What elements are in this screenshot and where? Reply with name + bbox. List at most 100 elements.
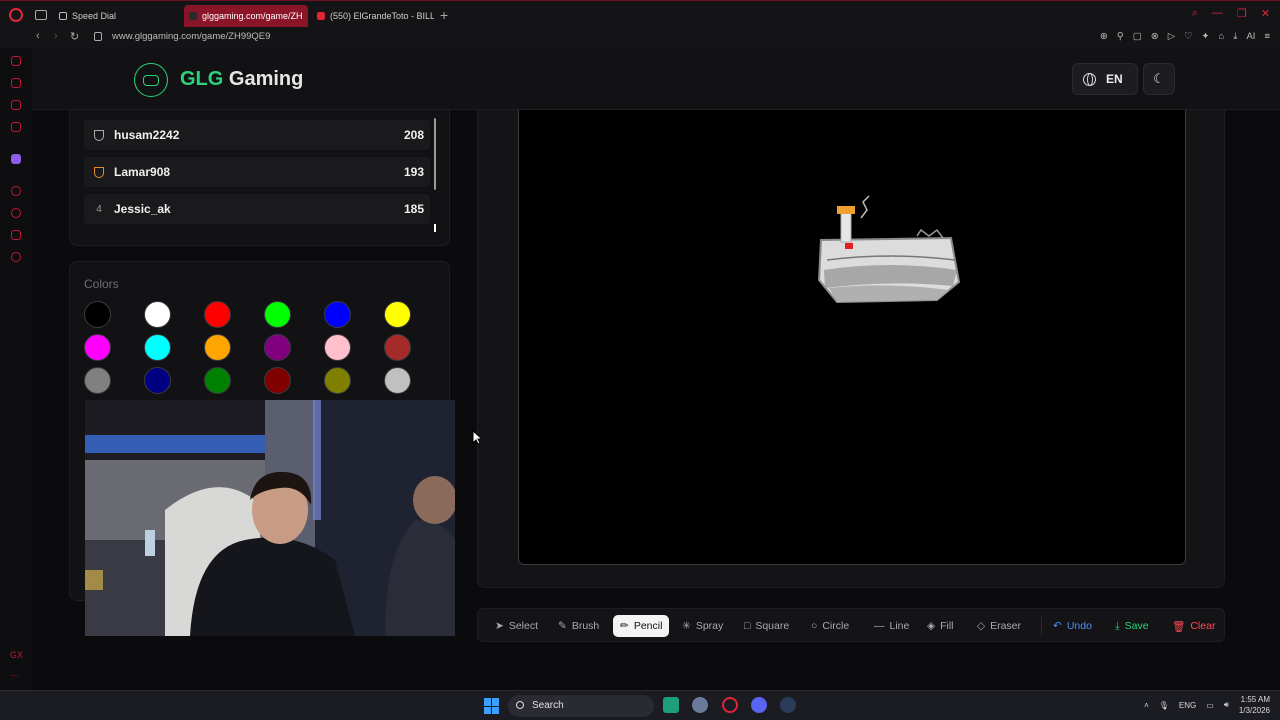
sidebar-aria-icon[interactable]: [11, 78, 21, 88]
aria-ai-icon[interactable]: AI: [1246, 31, 1255, 42]
tray-chevron-icon[interactable]: ˄: [1144, 701, 1149, 710]
select-tool-button[interactable]: ➤ Select: [488, 615, 545, 637]
sidebar-messenger-icon[interactable]: [11, 100, 21, 110]
line-tool-button[interactable]: — Line: [867, 615, 916, 637]
sidebar-clock-icon[interactable]: [11, 208, 21, 218]
moon-icon: ☾: [1153, 71, 1165, 86]
sidebar-history-icon[interactable]: [11, 56, 21, 66]
color-swatch[interactable]: [324, 301, 351, 328]
extensions-icon[interactable]: ✦: [1202, 31, 1210, 42]
taskbar-discord-icon[interactable]: [751, 697, 767, 713]
square-icon: □: [744, 620, 751, 632]
fill-bucket-icon: ◈: [927, 620, 936, 632]
tab-speed-dial[interactable]: Speed Dial: [54, 5, 182, 27]
tab-overview-icon[interactable]: [35, 10, 47, 20]
sidebar-twitch-icon[interactable]: [11, 154, 21, 164]
color-swatch[interactable]: [264, 334, 291, 361]
undo-button[interactable]: ↶ Undo: [1046, 615, 1099, 637]
color-swatch[interactable]: [324, 367, 351, 394]
circle-tool-button[interactable]: ○ Circle: [804, 615, 856, 637]
taskbar-steam-icon[interactable]: [780, 697, 796, 713]
leaderboard-row: Lamar908 193: [84, 157, 430, 187]
brush-icon: ✎: [558, 620, 567, 632]
snapshot-icon[interactable]: ▢: [1133, 31, 1142, 42]
taskbar-settings-icon[interactable]: [692, 697, 708, 713]
color-swatch[interactable]: [144, 301, 171, 328]
wallet-icon[interactable]: ⌂: [1219, 31, 1225, 42]
color-swatch[interactable]: [384, 301, 411, 328]
fill-tool-button[interactable]: ◈ Fill: [920, 615, 961, 637]
minimize-icon[interactable]: —: [1212, 7, 1223, 20]
clear-button[interactable]: 🗑︎ Clear: [1165, 615, 1222, 637]
maximize-icon[interactable]: ❐: [1237, 7, 1247, 20]
color-swatch[interactable]: [84, 301, 111, 328]
leaderboard-scroll-caret[interactable]: [434, 224, 436, 232]
volume-icon[interactable]: 🔊︎: [1224, 700, 1229, 710]
drawing-toolbar: ➤ Select ✎ Brush ✏ Pencil ✳ Spray □ Square ○ C…: [477, 608, 1225, 642]
leaderboard-scrollbar[interactable]: [434, 118, 436, 190]
square-tool-button[interactable]: □ Square: [737, 615, 796, 637]
drawing-canvas[interactable]: [518, 110, 1186, 565]
adblock-icon[interactable]: ⊗: [1151, 31, 1159, 42]
color-swatch[interactable]: [144, 367, 171, 394]
display-icon[interactable]: ▭: [1206, 701, 1214, 710]
sidebar-gx-icon[interactable]: GX: [10, 650, 23, 660]
sidebar-settings-icon[interactable]: [11, 252, 21, 262]
color-swatch[interactable]: [264, 301, 291, 328]
pin-icon[interactable]: ⚲: [1117, 31, 1124, 42]
tab-youtube[interactable]: (550) ElGrandeToto - BILLI: [312, 5, 434, 27]
color-swatch[interactable]: [204, 334, 231, 361]
pencil-tool-button[interactable]: ✏ Pencil: [613, 615, 670, 637]
search-tabs-icon[interactable]: ⌕: [1192, 7, 1198, 20]
language-indicator[interactable]: ENG: [1179, 701, 1196, 710]
taskbar-search[interactable]: Search: [508, 695, 654, 717]
zoom-icon[interactable]: ⊕: [1100, 31, 1108, 42]
color-swatch[interactable]: [84, 367, 111, 394]
gamepad-logo-icon[interactable]: [134, 63, 168, 97]
sidebar-player-icon[interactable]: [11, 186, 21, 196]
save-button[interactable]: ⤓ Save: [1108, 615, 1156, 637]
theme-toggle-button[interactable]: ☾: [1143, 63, 1175, 95]
tab-glggaming[interactable]: glggaming.com/game/ZH: [184, 5, 308, 27]
forward-icon[interactable]: ›: [54, 30, 58, 42]
download-icon[interactable]: ⤓: [1233, 31, 1237, 42]
spray-tool-button[interactable]: ✳ Spray: [675, 615, 730, 637]
taskbar-app-icon[interactable]: [663, 697, 679, 713]
line-icon: —: [874, 620, 885, 632]
close-icon[interactable]: ✕: [1261, 7, 1270, 20]
language-button[interactable]: EN: [1072, 63, 1138, 95]
url-field[interactable]: www.glggaming.com/game/ZH99QE9: [112, 31, 270, 42]
player-icon[interactable]: ▷: [1168, 31, 1175, 42]
sidebar-music-icon[interactable]: [11, 122, 21, 132]
mic-icon[interactable]: 🎙︎: [1159, 701, 1169, 710]
back-icon[interactable]: ‹: [36, 30, 40, 42]
taskbar-clock[interactable]: 1:55 AM 1/3/2026: [1239, 694, 1270, 716]
color-swatch[interactable]: [264, 367, 291, 394]
color-swatch[interactable]: [384, 367, 411, 394]
reload-icon[interactable]: ↻: [70, 30, 79, 43]
new-tab-icon[interactable]: +: [440, 7, 448, 23]
color-swatch[interactable]: [384, 334, 411, 361]
color-swatch[interactable]: [324, 334, 351, 361]
browser-sidebar: GX ···: [0, 48, 32, 690]
heart-icon[interactable]: ♡: [1184, 31, 1193, 42]
pointer-icon: ➤: [495, 620, 504, 632]
color-swatch[interactable]: [84, 334, 111, 361]
site-logo-text[interactable]: GLG Gaming: [180, 68, 303, 91]
taskbar-opera-icon[interactable]: [722, 697, 738, 713]
color-swatch[interactable]: [144, 334, 171, 361]
sidebar-extensions-icon[interactable]: [11, 230, 21, 240]
speed-dial-icon: [59, 12, 67, 20]
spray-icon: ✳: [682, 620, 691, 632]
eraser-tool-button[interactable]: ◇ Eraser: [970, 615, 1028, 637]
sidebar-more-icon[interactable]: ···: [10, 670, 19, 680]
color-swatch[interactable]: [204, 367, 231, 394]
opera-menu-icon[interactable]: [9, 8, 23, 22]
browser-tab-bar: Speed Dial glggaming.com/game/ZH (550) E…: [0, 0, 1280, 28]
windows-start-icon[interactable]: [484, 698, 500, 714]
search-icon: [516, 701, 524, 709]
color-swatch[interactable]: [204, 301, 231, 328]
brush-tool-button[interactable]: ✎ Brush: [551, 615, 606, 637]
circle-icon: ○: [811, 620, 818, 632]
menu-icon[interactable]: ≡: [1264, 31, 1270, 42]
